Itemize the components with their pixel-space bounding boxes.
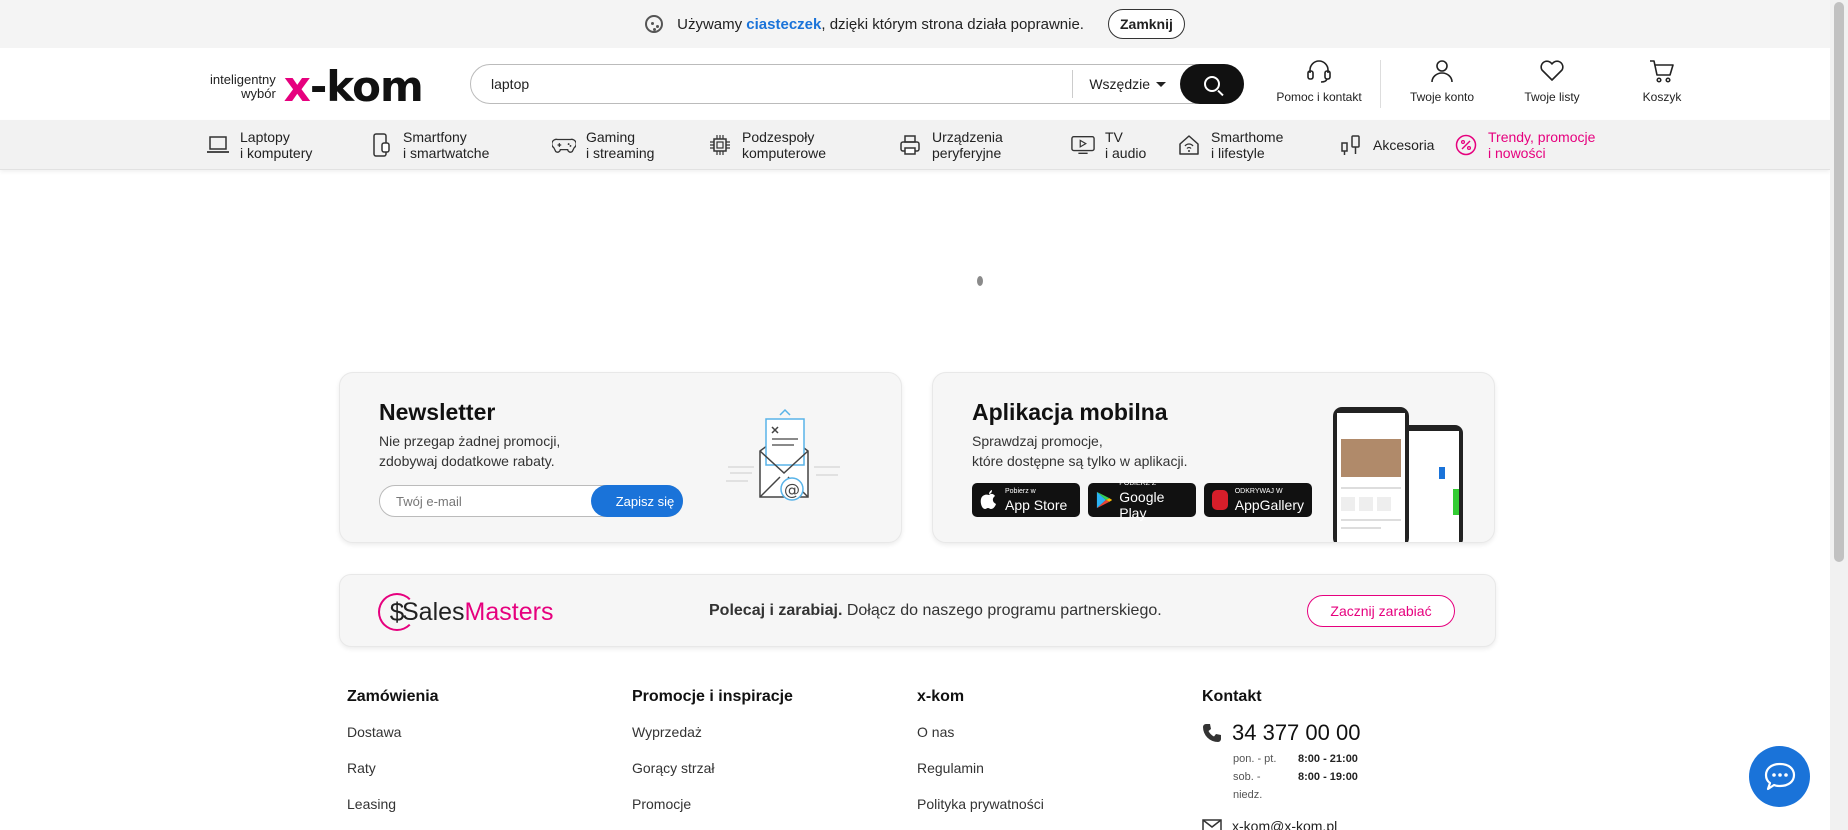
footer-link[interactable]: Gorący strzał <box>632 760 793 796</box>
user-icon <box>1430 58 1454 84</box>
footer-link[interactable]: Regulamin <box>917 760 1044 796</box>
email-link[interactable]: x-kom@x-kom.pl <box>1202 818 1360 830</box>
smartphone-icon <box>369 132 393 157</box>
logo-tagline: inteligentny wybór <box>210 71 276 101</box>
phone-number[interactable]: 34 377 00 00 <box>1202 720 1360 746</box>
cpu-icon <box>708 133 732 157</box>
category-peripherals[interactable]: Urządzenia peryferyjne <box>898 129 1071 161</box>
category-promotions[interactable]: Trendy, promocje i nowości <box>1454 129 1595 161</box>
footer-link[interactable]: Raty <box>347 760 439 796</box>
newsletter-subscribe-button[interactable]: Zapisz się <box>591 485 683 517</box>
accessories-icon <box>1339 133 1363 157</box>
footer-link[interactable]: Promocje <box>632 796 793 830</box>
apple-icon <box>980 490 996 509</box>
app-store-button[interactable]: Pobierz w App Store <box>972 483 1080 517</box>
mobile-app-card: Aplikacja mobilna Sprawdzaj promocje, któ… <box>932 372 1495 543</box>
footer-column-orders: Zamówienia Dostawa Raty Leasing <box>347 688 439 830</box>
mail-icon <box>1202 819 1222 830</box>
opening-hours: pon. - pt. 8:00 - 21:00 sob. - niedz. 8:00… <box>1233 753 1358 801</box>
category-laptops[interactable]: Laptopy i komputery <box>206 129 369 161</box>
category-gaming[interactable]: Gaming i streaming <box>552 129 708 161</box>
footer-link[interactable]: O nas <box>917 724 1044 760</box>
heart-icon <box>1539 58 1565 84</box>
newsletter-title: Newsletter <box>379 399 496 425</box>
appgallery-button[interactable]: ODKRYWAJ W AppGallery <box>1204 483 1312 517</box>
newsletter-description: Nie przegap żadnej promocji, zdobywaj dod… <box>379 433 561 469</box>
printer-icon <box>898 133 922 157</box>
gamepad-icon <box>552 133 576 157</box>
footer-link[interactable]: Leasing <box>347 796 439 830</box>
google-play-icon <box>1096 491 1113 509</box>
loading-spinner <box>977 276 983 286</box>
header-actions: Pomoc i kontakt Twoje konto Twoje listy <box>1264 58 1717 108</box>
start-earning-button[interactable]: Zacznij zarabiać <box>1307 595 1455 627</box>
envelope-illustration-icon: @ <box>726 408 840 501</box>
cookie-policy-link[interactable]: ciasteczek <box>746 16 821 33</box>
cart-icon <box>1649 58 1675 84</box>
chevron-down-icon <box>1156 81 1166 87</box>
footer-column-promotions: Promocje i inspiracje Wyprzedaż Gorący s… <box>632 688 793 830</box>
percent-icon <box>1454 133 1478 157</box>
salesmasters-banner: $ Sales Masters Polecaj i zarabiaj. Dołącz… <box>339 574 1496 647</box>
category-nav: Laptopy i komputery Smartfony i smartwatch… <box>0 120 1830 170</box>
header-divider <box>1380 60 1381 108</box>
phone-icon <box>1203 724 1221 742</box>
scrollbar-thumb[interactable] <box>1834 2 1844 562</box>
account-link[interactable]: Twoje konto <box>1387 58 1497 108</box>
chat-button[interactable] <box>1749 746 1810 807</box>
site-header: inteligentny wybór x-kom Wszędzie Pomoc … <box>0 48 1830 120</box>
tv-icon <box>1071 133 1095 157</box>
search-input[interactable] <box>471 65 1073 103</box>
cookie-text: Używamy ciasteczek, dzięki którym strona… <box>677 15 1084 33</box>
app-description: Sprawdzaj promocje, które dostępne są tyl… <box>972 433 1188 469</box>
headset-icon <box>1306 58 1332 84</box>
phones-illustration-icon <box>1333 407 1463 542</box>
google-play-button[interactable]: POBIERZ Z Google Play <box>1088 480 1196 521</box>
cart-link[interactable]: Koszyk <box>1607 58 1717 108</box>
laptop-icon <box>206 133 230 157</box>
footer-link[interactable]: Wyprzedaż <box>632 724 793 760</box>
smarthome-icon <box>1177 133 1201 157</box>
page: Używamy ciasteczek, dzięki którym strona… <box>0 0 1830 830</box>
search-button[interactable] <box>1180 64 1244 104</box>
footer-link[interactable]: Dostawa <box>347 724 439 760</box>
lists-link[interactable]: Twoje listy <box>1497 58 1607 108</box>
category-smarthome[interactable]: Smarthome i lifestyle <box>1177 129 1339 161</box>
app-title: Aplikacja mobilna <box>972 399 1168 425</box>
help-contact-link[interactable]: Pomoc i kontakt <box>1264 58 1374 108</box>
chat-bubble-icon <box>1764 762 1795 790</box>
logo-wordmark: x-kom <box>283 62 424 111</box>
newsletter-email-field[interactable]: Twój e-mail Zapisz się <box>379 485 683 517</box>
svg-text:@: @ <box>784 480 800 499</box>
scrollbar[interactable] <box>1830 0 1848 830</box>
search-scope-dropdown[interactable]: Wszędzie <box>1073 76 1180 92</box>
category-smartphones[interactable]: Smartfony i smartwatche <box>369 129 552 161</box>
category-accessories[interactable]: Akcesoria <box>1339 133 1454 157</box>
footer-column-contact: Kontakt 34 377 00 00 pon. - pt. 8:00 - 21… <box>1202 688 1360 830</box>
search-icon <box>1204 76 1220 92</box>
footer-column-xkom: x-kom O nas Regulamin Polityka prywatnoś… <box>917 688 1044 830</box>
salesmasters-logo: $ Sales Masters <box>378 593 553 631</box>
cookie-close-button[interactable]: Zamknij <box>1107 9 1185 39</box>
cookie-bar: Używamy ciasteczek, dzięki którym strona… <box>0 0 1830 48</box>
footer-link[interactable]: Polityka prywatności <box>917 796 1044 830</box>
newsletter-card: Newsletter Nie przegap żadnej promocji, z… <box>339 372 902 543</box>
salesmasters-text: Polecaj i zarabiaj. Dołącz do naszego pr… <box>709 602 1162 619</box>
search-bar: Wszędzie <box>470 64 1244 104</box>
logo[interactable]: inteligentny wybór x-kom <box>210 62 424 111</box>
cookie-icon <box>645 15 664 33</box>
category-tv-audio[interactable]: TV i audio <box>1071 129 1177 161</box>
huawei-icon <box>1212 490 1228 510</box>
category-components[interactable]: Podzespoły komputerowe <box>708 129 898 161</box>
